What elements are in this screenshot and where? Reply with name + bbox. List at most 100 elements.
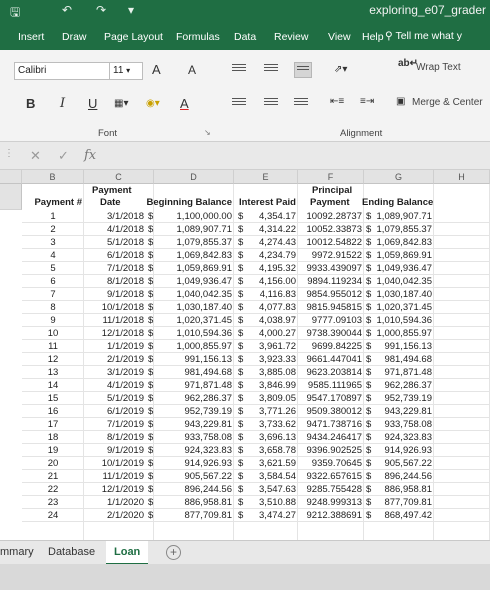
- currency-symbol[interactable]: $: [148, 276, 156, 287]
- sheet-tab-loan[interactable]: Loan: [106, 541, 149, 565]
- cell-ending-balance[interactable]: 933,758.08: [372, 419, 432, 430]
- cell-payment-date[interactable]: 4/1/2018: [84, 224, 144, 235]
- cell-ending-balance[interactable]: 981,494.68: [372, 354, 432, 365]
- cell-beginning-balance[interactable]: 886,958.81: [156, 497, 232, 508]
- cell-interest-paid[interactable]: 4,000.27: [244, 328, 296, 339]
- cell-beginning-balance[interactable]: 943,229.81: [156, 419, 232, 430]
- cell-principal-payment[interactable]: 9661.447041: [298, 354, 362, 365]
- currency-symbol[interactable]: $: [148, 367, 156, 378]
- currency-symbol[interactable]: $: [148, 380, 156, 391]
- cell-payment-date[interactable]: 9/1/2018: [84, 289, 144, 300]
- font-dialog-launcher-icon[interactable]: ↘: [204, 128, 211, 137]
- currency-symbol[interactable]: $: [148, 237, 156, 248]
- cell-payment-date[interactable]: 1/1/2019: [84, 341, 144, 352]
- header-payment-number[interactable]: Payment #: [22, 197, 82, 208]
- cell-principal-payment[interactable]: 9777.09103: [298, 315, 362, 326]
- cell-beginning-balance[interactable]: 991,156.13: [156, 354, 232, 365]
- currency-symbol[interactable]: $: [148, 432, 156, 443]
- cell-payment-date[interactable]: 12/1/2018: [84, 328, 144, 339]
- cell-payment-date[interactable]: 8/1/2018: [84, 276, 144, 287]
- cell-principal-payment[interactable]: 9933.439097: [298, 263, 362, 274]
- currency-symbol[interactable]: $: [148, 315, 156, 326]
- cell-interest-paid[interactable]: 3,621.59: [244, 458, 296, 469]
- cell-principal-payment[interactable]: 9815.945815: [298, 302, 362, 313]
- save-icon[interactable]: 🖫: [10, 3, 20, 24]
- cell-interest-paid[interactable]: 3,961.72: [244, 341, 296, 352]
- cell-payment-date[interactable]: 3/1/2019: [84, 367, 144, 378]
- cell-principal-payment[interactable]: 9434.246417: [298, 432, 362, 443]
- column-header-d[interactable]: D: [154, 170, 234, 184]
- cell-payment-number[interactable]: 18: [22, 432, 84, 443]
- cell-payment-date[interactable]: 1/1/2020: [84, 497, 144, 508]
- cell-beginning-balance[interactable]: 1,079,855.37: [156, 237, 232, 248]
- cell-beginning-balance[interactable]: 981,494.68: [156, 367, 232, 378]
- cell-beginning-balance[interactable]: 905,567.22: [156, 471, 232, 482]
- cell-payment-number[interactable]: 5: [22, 263, 84, 274]
- tab-formulas[interactable]: Formulas: [176, 31, 220, 43]
- fill-color-icon[interactable]: ◉▾: [146, 98, 160, 109]
- cell-payment-number[interactable]: 19: [22, 445, 84, 456]
- cell-beginning-balance[interactable]: 914,926.93: [156, 458, 232, 469]
- cell-payment-date[interactable]: 3/1/2018: [84, 211, 144, 222]
- cell-interest-paid[interactable]: 3,658.78: [244, 445, 296, 456]
- header-principal-line2[interactable]: Payment: [310, 197, 370, 208]
- undo-icon[interactable]: ↶: [62, 3, 72, 17]
- cell-ending-balance[interactable]: 1,049,936.47: [372, 263, 432, 274]
- column-header-f[interactable]: F: [298, 170, 364, 184]
- column-header-e[interactable]: E: [234, 170, 298, 184]
- cell-principal-payment[interactable]: 10092.28737: [298, 211, 362, 222]
- wrap-text-button[interactable]: Wrap Text: [416, 62, 461, 73]
- cell-payment-number[interactable]: 10: [22, 328, 84, 339]
- underline-button[interactable]: U: [88, 96, 97, 111]
- cell-interest-paid[interactable]: 3,923.33: [244, 354, 296, 365]
- currency-symbol[interactable]: $: [148, 289, 156, 300]
- tab-review[interactable]: Review: [274, 31, 308, 43]
- tab-help[interactable]: Help: [362, 31, 384, 43]
- currency-symbol[interactable]: $: [148, 354, 156, 365]
- font-size-box[interactable]: 11 ▾: [109, 62, 143, 80]
- currency-symbol[interactable]: $: [148, 328, 156, 339]
- cell-payment-date[interactable]: 10/1/2018: [84, 302, 144, 313]
- cell-payment-date[interactable]: 2/1/2019: [84, 354, 144, 365]
- cell-beginning-balance[interactable]: 924,323.83: [156, 445, 232, 456]
- cell-payment-date[interactable]: 11/1/2018: [84, 315, 144, 326]
- cell-payment-date[interactable]: 5/1/2019: [84, 393, 144, 404]
- cell-payment-number[interactable]: 20: [22, 458, 84, 469]
- cell-beginning-balance[interactable]: 1,030,187.40: [156, 302, 232, 313]
- cell-payment-number[interactable]: 11: [22, 341, 84, 352]
- cell-payment-date[interactable]: 6/1/2018: [84, 250, 144, 261]
- cell-interest-paid[interactable]: 4,195.32: [244, 263, 296, 274]
- cell-ending-balance[interactable]: 1,079,855.37: [372, 224, 432, 235]
- cell-principal-payment[interactable]: 9471.738716: [298, 419, 362, 430]
- cell-beginning-balance[interactable]: 933,758.08: [156, 432, 232, 443]
- enter-icon[interactable]: ✓: [58, 148, 69, 164]
- currency-symbol[interactable]: $: [148, 263, 156, 274]
- header-interest-paid[interactable]: Interest Paid: [232, 197, 296, 208]
- customize-icon[interactable]: ▾: [128, 3, 134, 17]
- cell-principal-payment[interactable]: 10052.33873: [298, 224, 362, 235]
- cell-payment-number[interactable]: 7: [22, 289, 84, 300]
- cell-interest-paid[interactable]: 4,234.79: [244, 250, 296, 261]
- header-ending-balance[interactable]: Ending Balance: [362, 197, 433, 208]
- cell-ending-balance[interactable]: 971,871.48: [372, 367, 432, 378]
- currency-symbol[interactable]: $: [148, 211, 156, 222]
- cell-ending-balance[interactable]: 896,244.56: [372, 471, 432, 482]
- cell-ending-balance[interactable]: 991,156.13: [372, 341, 432, 352]
- cell-payment-date[interactable]: 4/1/2019: [84, 380, 144, 391]
- select-all-corner[interactable]: [0, 170, 22, 184]
- cell-principal-payment[interactable]: 9972.91522: [298, 250, 362, 261]
- tab-data[interactable]: Data: [234, 31, 256, 43]
- cell-ending-balance[interactable]: 1,020,371.45: [372, 302, 432, 313]
- orientation-icon[interactable]: ⇗▾: [334, 64, 347, 75]
- header-principal-line1[interactable]: Principal: [312, 185, 372, 196]
- cell-payment-number[interactable]: 14: [22, 380, 84, 391]
- cell-beginning-balance[interactable]: 1,069,842.83: [156, 250, 232, 261]
- cell-ending-balance[interactable]: 1,030,187.40: [372, 289, 432, 300]
- cell-payment-number[interactable]: 4: [22, 250, 84, 261]
- cell-ending-balance[interactable]: 914,926.93: [372, 445, 432, 456]
- cell-beginning-balance[interactable]: 1,100,000.00: [156, 211, 232, 222]
- middle-align-icon[interactable]: [264, 64, 278, 76]
- currency-symbol[interactable]: $: [148, 510, 156, 521]
- cell-payment-number[interactable]: 24: [22, 510, 84, 521]
- currency-symbol[interactable]: $: [148, 302, 156, 313]
